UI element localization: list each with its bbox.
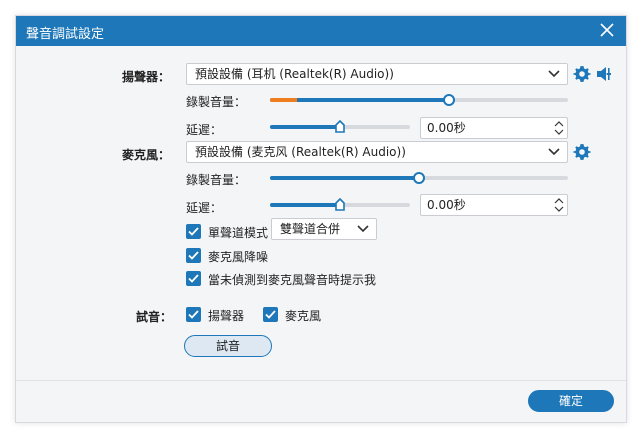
speaker-delay-label: 延遲： (186, 123, 223, 137)
check-icon (265, 310, 276, 319)
microphone-device-value: 預設設備 (麦克风 (Realtek(R) Audio)) (195, 145, 406, 159)
slider-knob[interactable] (335, 120, 345, 133)
close-icon[interactable] (598, 21, 616, 39)
microphone-device-select[interactable]: 預設設備 (麦克风 (Realtek(R) Audio)) (186, 141, 568, 163)
test-speaker-checkbox[interactable] (186, 307, 201, 322)
microphone-delay-slider[interactable] (270, 198, 410, 212)
slider-knob[interactable] (442, 94, 455, 106)
speaker-delay-stepper[interactable]: 0.00秒 (420, 117, 568, 139)
chevron-down-icon (548, 148, 560, 156)
slider-fill (270, 203, 340, 207)
chevron-down-icon (548, 70, 560, 78)
speaker-device-value: 預設設備 (耳机 (Realtek(R) Audio)) (195, 67, 394, 81)
stepper-arrows-icon[interactable] (554, 119, 564, 137)
microphone-volume-slider[interactable] (270, 171, 568, 185)
confirm-button[interactable]: 確定 (528, 390, 614, 412)
speaker-gear-icon[interactable] (573, 65, 591, 83)
mono-mode-select[interactable]: 雙聲道合併 (271, 218, 377, 240)
test-mic-label: 麥克風 (285, 309, 322, 323)
dialog-title: 聲音調試設定 (26, 27, 105, 42)
slider-knob[interactable] (413, 172, 425, 184)
no-mic-prompt-label: 當未偵測到麥克風聲音時提示我 (208, 273, 377, 287)
check-icon (188, 251, 199, 260)
check-icon (188, 310, 199, 319)
mono-mode-value: 雙聲道合併 (280, 222, 341, 236)
slider-fill (270, 125, 340, 129)
slider-fill (270, 98, 449, 102)
microphone-delay-label: 延遲： (186, 201, 223, 215)
microphone-label: 麥克風： (122, 148, 171, 162)
speaker-delay-value: 0.00秒 (427, 121, 466, 135)
sound-settings-dialog: 聲音調試設定 揚聲器： 預設設備 (耳机 (Realtek(R) Audio))… (15, 15, 627, 423)
slider-knob[interactable] (335, 198, 345, 211)
speaker-volume-slider[interactable] (270, 93, 568, 107)
test-label: 試音： (136, 310, 173, 324)
slider-level-indicator (270, 98, 297, 102)
test-sound-button[interactable]: 試音 (184, 335, 272, 357)
noise-reduction-checkbox[interactable] (186, 248, 201, 263)
speaker-volume-label: 錄製音量： (186, 95, 247, 109)
speaker-device-select[interactable]: 預設設備 (耳机 (Realtek(R) Audio)) (186, 63, 568, 85)
noise-reduction-label: 麥克風降噪 (208, 250, 269, 264)
footer-divider (16, 380, 626, 381)
check-icon (188, 274, 199, 283)
microphone-delay-stepper[interactable]: 0.00秒 (420, 194, 568, 216)
stepper-arrows-icon[interactable] (554, 196, 564, 214)
test-speaker-label: 揚聲器 (208, 309, 245, 323)
speaker-delay-slider[interactable] (270, 120, 410, 134)
slider-fill (270, 176, 419, 180)
chevron-down-icon (357, 225, 369, 233)
microphone-volume-label: 錄製音量： (186, 173, 247, 187)
speaker-volume-mixer-icon[interactable] (596, 65, 614, 83)
microphone-delay-value: 0.00秒 (427, 198, 466, 212)
test-mic-checkbox[interactable] (263, 307, 278, 322)
speaker-label: 揚聲器： (122, 70, 171, 84)
no-mic-prompt-checkbox[interactable] (186, 271, 201, 286)
mono-mode-label: 單聲道模式 (208, 226, 269, 240)
check-icon (188, 227, 199, 236)
title-bar: 聲音調試設定 (16, 16, 626, 46)
microphone-gear-icon[interactable] (573, 143, 591, 161)
mono-mode-checkbox[interactable] (186, 224, 201, 239)
